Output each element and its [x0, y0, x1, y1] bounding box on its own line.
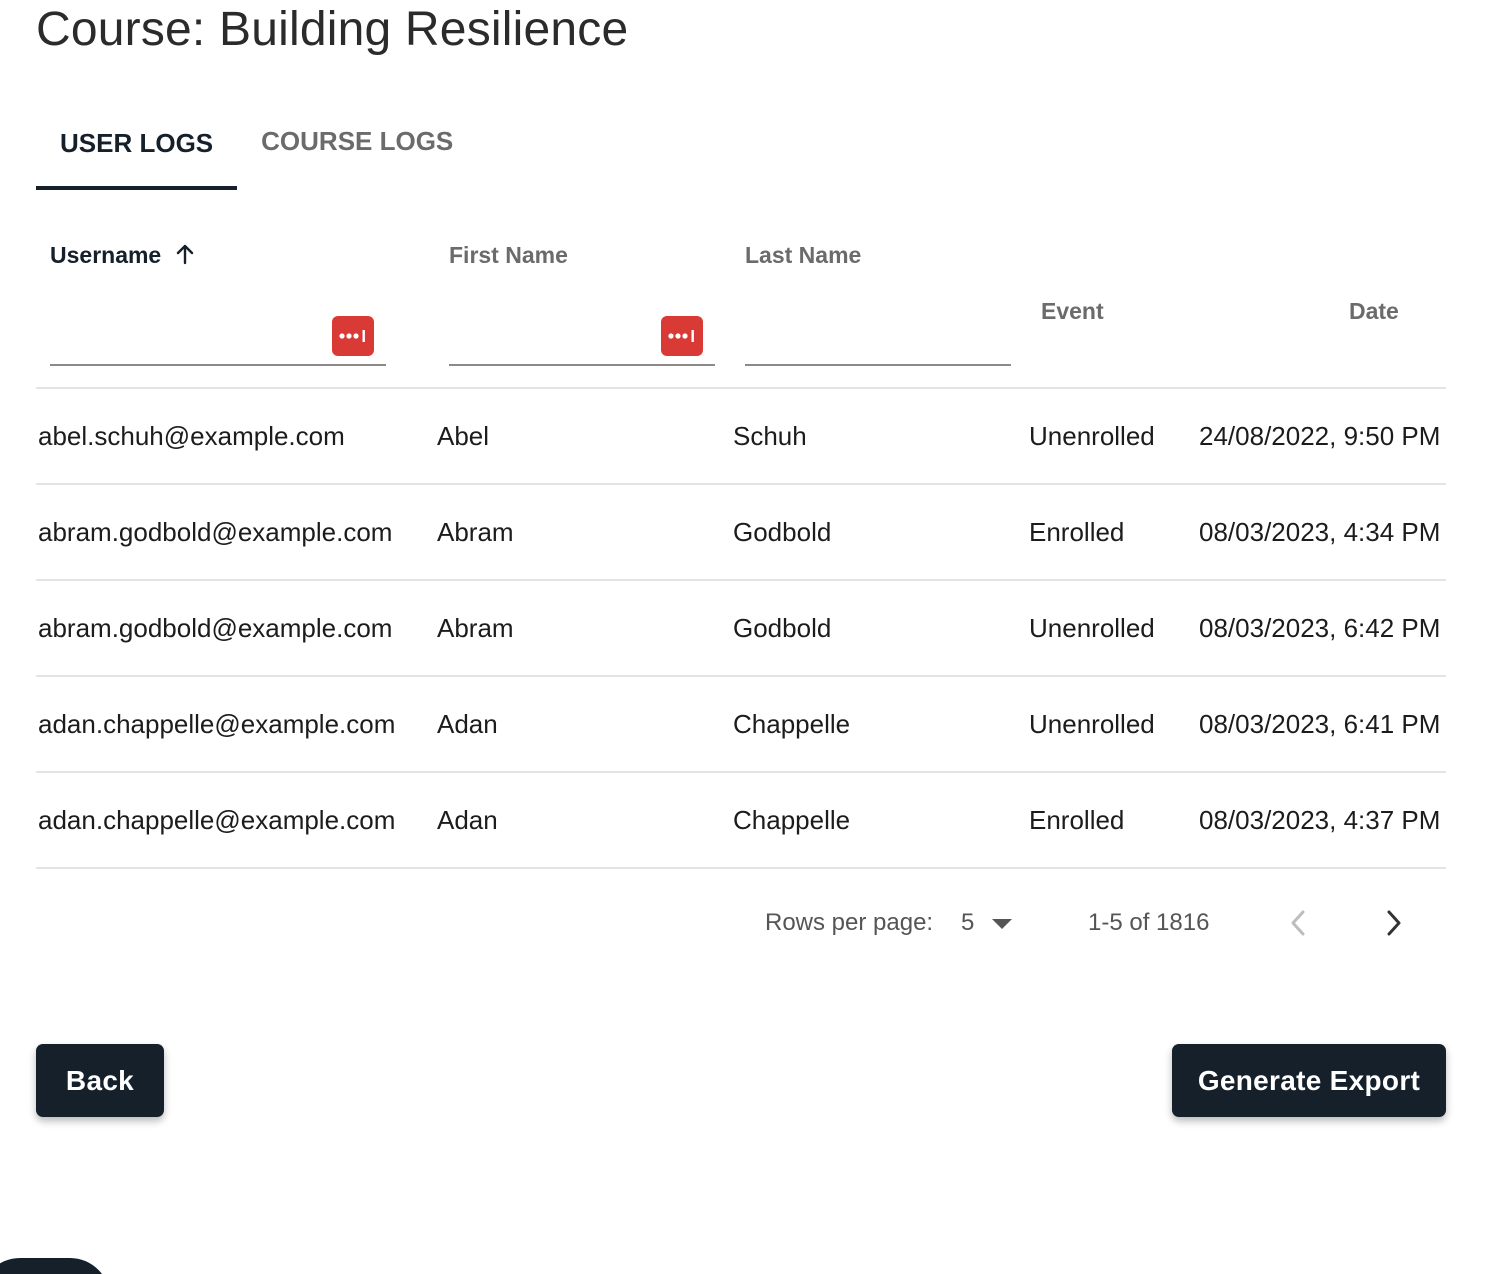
- last-name-filter: [745, 310, 1011, 366]
- column-header-first-name[interactable]: First Name: [449, 242, 568, 269]
- rows-per-page-value: 5: [961, 909, 975, 936]
- column-header-last-name[interactable]: Last Name: [745, 242, 861, 269]
- cell-last-name: Schuh: [733, 421, 807, 451]
- first-name-filter: [449, 310, 715, 366]
- table-row[interactable]: abram.godbold@example.com Abram Godbold …: [36, 485, 1446, 581]
- rows-per-page-select[interactable]: 5: [952, 890, 1022, 956]
- user-logs-table: Username First Name Last Name Event Date…: [36, 220, 1446, 869]
- cell-username: abel.schuh@example.com: [38, 421, 345, 451]
- cell-username: adan.chappelle@example.com: [38, 709, 396, 739]
- cell-username: abram.godbold@example.com: [38, 613, 393, 643]
- cell-username: abram.godbold@example.com: [38, 517, 393, 547]
- back-button[interactable]: Back: [36, 1044, 164, 1117]
- cell-first-name: Adan: [437, 805, 498, 835]
- table-row[interactable]: abel.schuh@example.com Abel Schuh Unenro…: [36, 389, 1446, 485]
- chevron-left-icon[interactable]: [1278, 890, 1318, 956]
- column-header-username[interactable]: Username: [50, 242, 197, 272]
- cell-date: 08/03/2023, 4:34 PM: [1199, 517, 1441, 547]
- username-filter: [50, 310, 386, 366]
- cell-event: Unenrolled: [1029, 421, 1155, 451]
- cell-first-name: Adan: [437, 709, 498, 739]
- cell-last-name: Godbold: [733, 517, 832, 547]
- cell-event: Unenrolled: [1029, 709, 1155, 739]
- table-header: Username First Name Last Name Event Date: [36, 220, 1446, 389]
- cell-date: 08/03/2023, 6:42 PM: [1199, 613, 1441, 643]
- tab-bar: USER LOGS COURSE LOGS: [36, 96, 477, 190]
- cell-date: 08/03/2023, 4:37 PM: [1199, 805, 1441, 835]
- last-name-filter-input[interactable]: [745, 310, 1011, 364]
- generate-export-button[interactable]: Generate Export: [1172, 1044, 1446, 1117]
- pagination-range: 1-5 of 1816: [1088, 909, 1210, 936]
- table-row[interactable]: abram.godbold@example.com Abram Godbold …: [36, 581, 1446, 677]
- table-row[interactable]: adan.chappelle@example.com Adan Chappell…: [36, 677, 1446, 773]
- password-manager-icon[interactable]: [661, 316, 703, 356]
- floating-action-button[interactable]: [0, 1258, 110, 1274]
- cell-event: Unenrolled: [1029, 613, 1155, 643]
- table-pagination: Rows per page: 5 1-5 of 1816: [0, 890, 1512, 956]
- password-manager-icon[interactable]: [332, 316, 374, 356]
- cell-username: adan.chappelle@example.com: [38, 805, 396, 835]
- cell-last-name: Chappelle: [733, 709, 851, 739]
- arrow-up-icon[interactable]: [173, 242, 197, 272]
- cell-event: Enrolled: [1029, 517, 1125, 547]
- column-header-event[interactable]: Event: [1041, 298, 1104, 325]
- cell-last-name: Chappelle: [733, 805, 851, 835]
- cell-date: 24/08/2022, 9:50 PM: [1199, 421, 1441, 451]
- chevron-right-icon[interactable]: [1374, 890, 1414, 956]
- caret-down-icon: [990, 890, 1014, 982]
- page-title: Course: Building Resilience: [36, 3, 629, 56]
- cell-last-name: Godbold: [733, 613, 832, 643]
- cell-first-name: Abram: [437, 517, 514, 547]
- column-header-label: Username: [50, 242, 162, 268]
- cell-event: Enrolled: [1029, 805, 1125, 835]
- cell-first-name: Abel: [437, 421, 490, 451]
- tab-course-logs[interactable]: COURSE LOGS: [237, 96, 477, 190]
- cell-first-name: Abram: [437, 613, 514, 643]
- column-header-date[interactable]: Date: [1349, 298, 1399, 325]
- tab-user-logs[interactable]: USER LOGS: [36, 96, 238, 190]
- table-row[interactable]: adan.chappelle@example.com Adan Chappell…: [36, 773, 1446, 869]
- rows-per-page-label: Rows per page:: [765, 909, 934, 936]
- cell-date: 08/03/2023, 6:41 PM: [1199, 709, 1441, 739]
